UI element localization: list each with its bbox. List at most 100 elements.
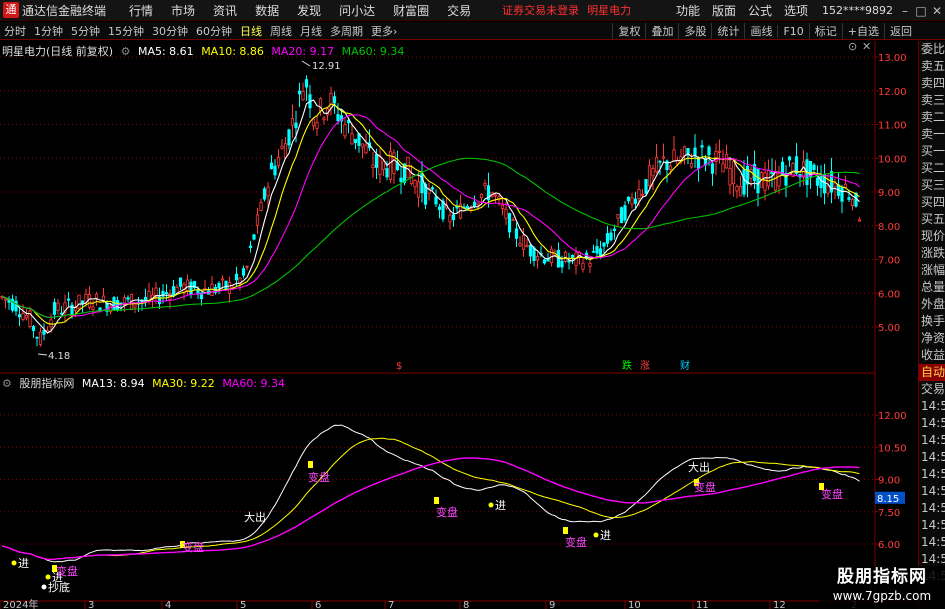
change-signal-label: 变盘 — [436, 505, 458, 519]
tool-mark[interactable]: 标记 — [808, 23, 842, 39]
user-id[interactable]: 152****9892 — [822, 4, 893, 17]
menu-trade[interactable]: 交易 — [438, 2, 480, 19]
tool-adjust[interactable]: 复权 — [612, 23, 645, 39]
side-item[interactable]: 卖二 — [919, 109, 945, 126]
side-item[interactable]: 换手 — [919, 313, 945, 330]
period-item[interactable]: 更多› — [367, 23, 401, 39]
period-item[interactable]: 分时 — [0, 23, 30, 39]
change-signal-label: 变盘 — [308, 470, 330, 484]
side-item[interactable]: 外盘 — [919, 296, 945, 313]
change-signal-label: 变盘 — [56, 564, 78, 578]
candle-body — [31, 326, 36, 331]
candle-body — [259, 202, 263, 211]
period-item[interactable]: 60分钟 — [192, 23, 236, 39]
close-icon[interactable]: ✕ — [929, 4, 945, 18]
candle-body — [122, 297, 127, 304]
x-tick-label: 5 — [240, 600, 246, 609]
menu-exchange[interactable]: 市场 — [162, 2, 204, 19]
menu-options[interactable]: 选项 — [778, 2, 814, 19]
period-item[interactable]: 5分钟 — [67, 23, 104, 39]
period-item[interactable]: 30分钟 — [148, 23, 192, 39]
tool-f10[interactable]: F10 — [777, 24, 808, 38]
candle-body — [857, 219, 862, 222]
minimize-icon[interactable]: – — [897, 4, 913, 18]
side-item[interactable]: 涨跌 — [919, 245, 945, 262]
y-tick-label: 10.50 — [878, 443, 907, 454]
chart-canvas[interactable]: 13.00 12.00 11.00 10.00 9.00 8.00 7.00 6.00 5.00… — [0, 41, 918, 609]
candle-body — [518, 243, 522, 247]
maximize-icon[interactable]: □ — [913, 4, 929, 18]
candle-body — [591, 250, 596, 253]
login-notice[interactable]: 证券交易未登录 — [502, 2, 579, 18]
candle-body — [728, 167, 732, 186]
settings-gear-icon[interactable]: ⚙ — [2, 377, 12, 390]
side-item[interactable]: 自动 — [919, 364, 945, 381]
enter-signal-label: 进 — [600, 529, 611, 542]
candle-body — [724, 153, 729, 169]
tool-stats[interactable]: 统计 — [711, 23, 744, 39]
side-item[interactable]: 委比 — [919, 41, 945, 58]
candle-body — [42, 330, 46, 335]
tool-add-watchlist[interactable]: +自选 — [841, 23, 884, 39]
menu-function[interactable]: 功能 — [670, 2, 706, 19]
period-item-active[interactable]: 日线 — [236, 23, 266, 39]
side-item[interactable]: 14:56 — [919, 449, 945, 466]
side-item[interactable]: 买五 — [919, 211, 945, 228]
candle-body — [581, 262, 585, 270]
side-item[interactable]: 总量 — [919, 279, 945, 296]
menu-layout[interactable]: 版面 — [706, 2, 742, 19]
side-item[interactable]: 买一 — [919, 143, 945, 160]
candle-body — [91, 306, 95, 310]
side-item[interactable]: 14:56 — [919, 398, 945, 415]
side-item[interactable]: 卖四 — [919, 75, 945, 92]
event-mark: $ — [396, 361, 402, 372]
candle-body — [609, 232, 613, 241]
side-item[interactable]: 卖一 — [919, 126, 945, 143]
side-item[interactable]: 14:56 — [919, 483, 945, 500]
side-item[interactable]: 14:56 — [919, 517, 945, 534]
candle-body — [819, 175, 823, 189]
menu-discover[interactable]: 发现 — [288, 2, 330, 19]
period-item[interactable]: 15分钟 — [104, 23, 148, 39]
side-item[interactable]: 现价 — [919, 228, 945, 245]
side-item[interactable]: 买三 — [919, 177, 945, 194]
quote-side-panel: 委比 卖五 卖四 卖三 卖二 卖一 买一 买二 买三 买四 买五 现价 涨跌 涨幅 总量 外盘 换手 净资 收益 自动… — [918, 41, 945, 609]
side-item[interactable]: 买二 — [919, 160, 945, 177]
candle-body — [511, 219, 515, 222]
side-item[interactable]: 涨幅 — [919, 262, 945, 279]
side-item[interactable]: 买四 — [919, 194, 945, 211]
side-item[interactable]: 14:56 — [919, 432, 945, 449]
side-item[interactable]: 卖五 — [919, 58, 945, 75]
period-item[interactable]: 1分钟 — [30, 23, 67, 39]
period-item[interactable]: 月线 — [296, 23, 326, 39]
side-item[interactable]: 交易 — [919, 381, 945, 398]
tool-draw[interactable]: 画线 — [744, 23, 777, 39]
side-item[interactable]: 14:56 — [919, 466, 945, 483]
x-tick-label: 6 — [315, 600, 321, 609]
candle-body — [605, 233, 610, 244]
period-item[interactable]: 多周期 — [326, 23, 367, 39]
side-item[interactable]: 14:56 — [919, 415, 945, 432]
candle-body — [602, 242, 606, 247]
candle-body — [763, 172, 767, 191]
side-item[interactable]: 14:56 — [919, 534, 945, 551]
change-signal-label: 变盘 — [565, 535, 587, 549]
side-item[interactable]: 净资 — [919, 330, 945, 347]
period-item[interactable]: 周线 — [266, 23, 296, 39]
indicator-name: 股朋指标网 — [19, 377, 75, 390]
side-item[interactable]: 卖三 — [919, 92, 945, 109]
candle-body — [598, 248, 603, 257]
change-signal-marker — [434, 497, 439, 504]
settings-gear-icon[interactable]: ⚙ — [121, 45, 131, 58]
side-item[interactable]: 14:56 — [919, 500, 945, 517]
tool-multi[interactable]: 多股 — [678, 23, 711, 39]
menu-market[interactable]: 行情 — [120, 2, 162, 19]
tool-back[interactable]: 返回 — [884, 23, 917, 39]
menu-wealth[interactable]: 财富圈 — [384, 2, 438, 19]
menu-ask[interactable]: 问小达 — [330, 2, 384, 19]
menu-news[interactable]: 资讯 — [204, 2, 246, 19]
tool-overlay[interactable]: 叠加 — [645, 23, 678, 39]
menu-data[interactable]: 数据 — [246, 2, 288, 19]
menu-formula[interactable]: 公式 — [742, 2, 778, 19]
side-item[interactable]: 收益 — [919, 347, 945, 364]
